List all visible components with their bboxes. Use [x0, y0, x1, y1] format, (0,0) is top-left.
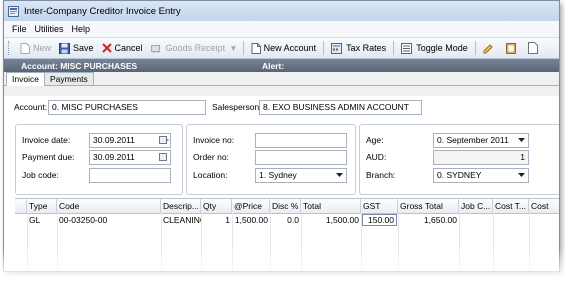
column-cost[interactable]: Cost	[529, 199, 559, 213]
invoice-no-label: Invoice no:	[193, 135, 235, 145]
payment-due-label: Payment due:	[22, 152, 75, 162]
column-gst[interactable]: GST	[361, 199, 398, 213]
account-label: Account:	[14, 102, 48, 112]
toolbar-separator	[474, 41, 476, 55]
new-button[interactable]: New	[16, 39, 55, 57]
cell-type[interactable]: GL	[27, 214, 57, 227]
column-gross-total[interactable]: Gross Total	[398, 199, 459, 213]
alert-status: Alert:	[262, 60, 285, 71]
notes-button[interactable]	[479, 39, 502, 57]
goods-receipt-button[interactable]: Goods Receipt ▾	[147, 39, 240, 57]
clipboard-button[interactable]	[502, 39, 524, 57]
order-no-field[interactable]	[255, 150, 347, 165]
column-price[interactable]: @Price	[232, 199, 270, 213]
account-status: Account: MISC PURCHASES	[21, 60, 138, 71]
new-account-button[interactable]: New Account	[247, 39, 321, 57]
toolbar: New Save Cancel Goods Receipt ▾ New Acco…	[4, 38, 559, 59]
column-code[interactable]: Code	[57, 199, 161, 213]
toolbar-separator	[242, 41, 244, 55]
toolbar-separator	[393, 41, 395, 55]
chevron-down-icon[interactable]	[334, 170, 345, 181]
column-cost-type[interactable]: Cost T...	[493, 199, 529, 213]
goods-receipt-icon	[150, 45, 160, 53]
location-select[interactable]: 1. Sydney	[255, 168, 347, 183]
cell-gross-total[interactable]: 1,650.00	[398, 214, 459, 227]
age-label: Age:	[366, 135, 384, 145]
salesperson-field[interactable]: 8. EXO BUSINESS ADMIN ACCOUNT	[259, 100, 422, 115]
cell-code[interactable]: 00-03250-00	[57, 214, 161, 227]
account-info-bar: Account: MISC PURCHASES Alert:	[4, 59, 559, 72]
column-job-code[interactable]: Job C...	[459, 199, 493, 213]
menu-file[interactable]: File	[12, 24, 27, 34]
toolbar-grip[interactable]	[8, 41, 12, 55]
new-account-icon	[251, 42, 261, 54]
cell-gst[interactable]: 150.00	[362, 214, 397, 226]
aud-rate-field: 1	[433, 150, 529, 165]
tab-strip: Invoice Payments	[4, 72, 559, 86]
cell-discount[interactable]: 0.0	[270, 214, 301, 227]
invoice-date-label: Invoice date:	[22, 135, 71, 145]
cell-job-code[interactable]	[459, 214, 493, 227]
invoice-details-group: Invoice no: Order no: Location: 1. Sydne…	[186, 124, 356, 195]
order-no-label: Order no:	[193, 152, 229, 162]
column-description[interactable]: Descrip...	[161, 199, 201, 213]
calendar-icon[interactable]	[158, 135, 169, 146]
cell-total[interactable]: 1,500.00	[301, 214, 361, 227]
invoice-no-field[interactable]	[255, 133, 347, 148]
menu-bar: File Utilities Help	[4, 21, 559, 38]
calculator-icon	[331, 42, 343, 54]
cell-description[interactable]: CLEANING	[161, 214, 201, 227]
clipboard-icon	[505, 43, 516, 54]
salesperson-label: Salesperson:	[212, 102, 262, 112]
cell-qty[interactable]: 1	[201, 214, 232, 227]
branch-label: Branch:	[366, 170, 396, 180]
dates-group: Invoice date: 30.09.2011 Payment due: 30…	[15, 124, 183, 195]
chevron-down-icon[interactable]: ▾	[231, 43, 236, 54]
invoice-lines-grid: Type Code Descrip... Qty @Price Disc % T…	[15, 198, 559, 271]
menu-help[interactable]: Help	[72, 24, 91, 34]
tab-payments[interactable]: Payments	[43, 72, 94, 85]
document-button[interactable]	[524, 39, 545, 57]
column-discount[interactable]: Disc %	[270, 199, 301, 213]
column-total[interactable]: Total	[301, 199, 361, 213]
document-icon	[527, 42, 538, 54]
tax-rates-button[interactable]: Tax Rates	[327, 39, 390, 57]
tab-invoice[interactable]: Invoice	[6, 72, 45, 86]
row-selector-header	[15, 199, 27, 213]
chevron-down-icon[interactable]	[516, 170, 527, 181]
notes-icon	[483, 44, 493, 54]
toggle-mode-icon	[401, 42, 413, 54]
cell-price[interactable]: 1,500.00	[232, 214, 270, 227]
age-select[interactable]: 0. September 2011	[433, 133, 529, 148]
job-code-field[interactable]	[89, 168, 171, 183]
branch-select[interactable]: 0. SYDNEY	[433, 168, 529, 183]
cell-cost-type[interactable]	[493, 214, 529, 227]
title-bar: Inter-Company Creditor Invoice Entry	[4, 1, 559, 21]
save-icon	[59, 42, 71, 54]
location-label: Location:	[193, 170, 228, 180]
menu-utilities[interactable]: Utilities	[35, 24, 64, 34]
aging-group: Age: 0. September 2011 AUD: 1 Branch: 0.…	[359, 124, 559, 195]
calendar-icon[interactable]	[158, 152, 169, 163]
app-icon	[8, 5, 19, 17]
window-title: Inter-Company Creditor Invoice Entry	[24, 5, 181, 17]
toggle-mode-button[interactable]: Toggle Mode	[397, 39, 472, 57]
payment-due-field[interactable]: 30.09.2011	[89, 150, 171, 165]
new-document-icon	[20, 42, 30, 54]
save-button[interactable]: Save	[55, 39, 98, 57]
invoice-panel: Account: 0. MISC PURCHASES Salesperson: …	[4, 96, 559, 271]
close-icon	[101, 43, 112, 53]
cell-cost[interactable]	[529, 214, 559, 227]
chevron-down-icon[interactable]	[516, 135, 527, 146]
invoice-entry-window: Inter-Company Creditor Invoice Entry Fil…	[3, 0, 560, 272]
invoice-date-field[interactable]: 30.09.2011	[89, 133, 171, 148]
toolbar-separator	[323, 41, 325, 55]
column-type[interactable]: Type	[27, 199, 57, 213]
account-field[interactable]: 0. MISC PURCHASES	[48, 100, 206, 115]
job-code-label: Job code:	[22, 170, 59, 180]
aud-label: AUD:	[366, 152, 387, 162]
grid-header: Type Code Descrip... Qty @Price Disc % T…	[15, 199, 559, 214]
column-qty[interactable]: Qty	[201, 199, 232, 213]
cancel-button[interactable]: Cancel	[98, 39, 147, 57]
